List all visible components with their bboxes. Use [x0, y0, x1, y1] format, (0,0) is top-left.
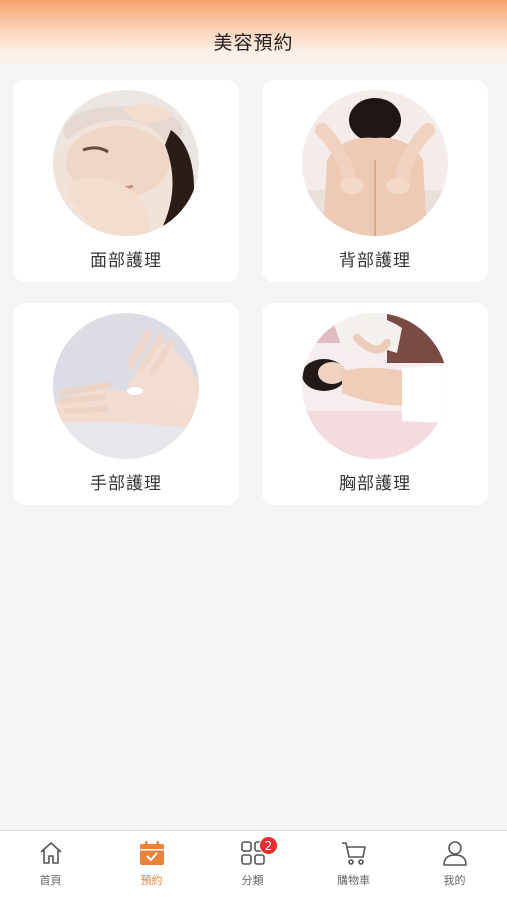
bottom-tab-bar: 首頁 預約 2 分類 購物車 我的 [0, 830, 507, 900]
hand-care-photo [53, 313, 199, 459]
tab-label: 購物車 [337, 874, 370, 887]
service-card-chest[interactable]: 胸部護理 [262, 303, 488, 505]
service-label: 背部護理 [339, 251, 411, 271]
back-massage-photo [302, 90, 448, 236]
tab-category[interactable]: 2 分類 [202, 831, 303, 900]
tab-cart[interactable]: 購物車 [303, 831, 404, 900]
tab-label: 分類 [241, 874, 264, 887]
tab-label: 首頁 [39, 874, 62, 887]
chest-care-photo [302, 313, 448, 459]
service-label: 面部護理 [90, 251, 162, 271]
tab-label: 預約 [140, 874, 163, 887]
cart-icon [340, 839, 368, 867]
home-icon [37, 839, 65, 867]
service-card-back[interactable]: 背部護理 [262, 80, 488, 282]
tab-home[interactable]: 首頁 [0, 831, 101, 900]
user-icon [441, 839, 469, 867]
facial-massage-photo [53, 90, 199, 236]
service-card-hand[interactable]: 手部護理 [13, 303, 239, 505]
tab-label: 我的 [443, 874, 466, 887]
service-label: 手部護理 [90, 474, 162, 494]
service-label: 胸部護理 [339, 474, 411, 494]
page-title: 美容預約 [213, 32, 294, 54]
notification-badge: 2 [259, 836, 278, 855]
tab-booking[interactable]: 預約 [101, 831, 202, 900]
service-card-facial[interactable]: 面部護理 [13, 80, 239, 282]
tab-profile[interactable]: 我的 [404, 831, 505, 900]
calendar-check-icon [138, 839, 166, 867]
header-bar: 美容預約 [0, 0, 507, 70]
